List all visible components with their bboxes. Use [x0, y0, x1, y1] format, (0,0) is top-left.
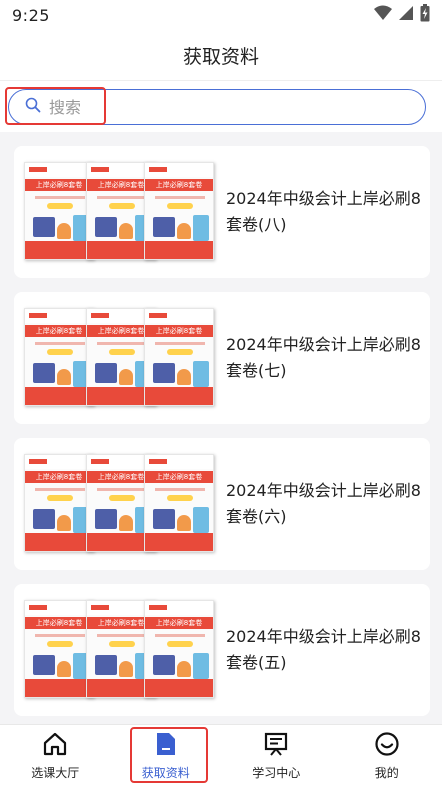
system-icons: [374, 4, 430, 26]
material-title: 2024年中级会计上岸必刷8套卷(八): [226, 189, 421, 234]
tab-get-materials[interactable]: 获取资料: [111, 725, 222, 786]
tab-course-hall[interactable]: 选课大厅: [0, 725, 111, 786]
tab-label: 学习中心: [252, 765, 301, 780]
search-box[interactable]: [8, 89, 426, 125]
tab-label: 选课大厅: [31, 765, 80, 780]
bottom-tab-bar: 选课大厅 获取资料 学习中心 我的: [0, 724, 442, 786]
tab-study-center[interactable]: 学习中心: [221, 725, 332, 786]
battery-charging-icon: [420, 4, 430, 26]
study-board-icon: [263, 731, 289, 760]
page-header: 获取资料: [0, 30, 442, 80]
material-card[interactable]: 上岸必刷8套卷 上岸必刷8套卷 上岸必刷8套卷 2024年中级会计上岸必刷8套卷…: [14, 438, 430, 570]
material-cover-image: 上岸必刷8套卷 上岸必刷8套卷 上岸必刷8套卷: [24, 160, 216, 264]
material-title: 2024年中级会计上岸必刷8套卷(五): [226, 627, 421, 672]
material-card[interactable]: 上岸必刷8套卷 上岸必刷8套卷 上岸必刷8套卷 2024年中级会计上岸必刷8套卷…: [14, 146, 430, 278]
smile-profile-icon: [374, 731, 400, 760]
status-time: 9:25: [12, 5, 50, 25]
search-bar-container: [0, 80, 442, 132]
tab-label: 我的: [374, 765, 399, 780]
status-bar: 9:25: [0, 0, 442, 30]
material-cover-image: 上岸必刷8套卷 上岸必刷8套卷 上岸必刷8套卷: [24, 598, 216, 702]
search-icon: [25, 97, 41, 117]
page-title: 获取资料: [182, 45, 259, 68]
tab-label: 获取资料: [141, 765, 190, 780]
home-icon: [42, 731, 68, 760]
material-title: 2024年中级会计上岸必刷8套卷(七): [226, 335, 421, 380]
signal-icon: [398, 5, 414, 25]
material-cover-image: 上岸必刷8套卷 上岸必刷8套卷 上岸必刷8套卷: [24, 306, 216, 410]
search-input[interactable]: [49, 97, 389, 117]
material-card[interactable]: 上岸必刷8套卷 上岸必刷8套卷 上岸必刷8套卷 2024年中级会计上岸必刷8套卷…: [14, 292, 430, 424]
tab-profile[interactable]: 我的: [332, 725, 442, 786]
material-title: 2024年中级会计上岸必刷8套卷(六): [226, 481, 421, 526]
wifi-icon: [374, 5, 392, 25]
material-card[interactable]: 上岸必刷8套卷 上岸必刷8套卷 上岸必刷8套卷 2024年中级会计上岸必刷8套卷…: [14, 584, 430, 716]
document-icon: [155, 731, 177, 760]
material-cover-image: 上岸必刷8套卷 上岸必刷8套卷 上岸必刷8套卷: [24, 452, 216, 556]
